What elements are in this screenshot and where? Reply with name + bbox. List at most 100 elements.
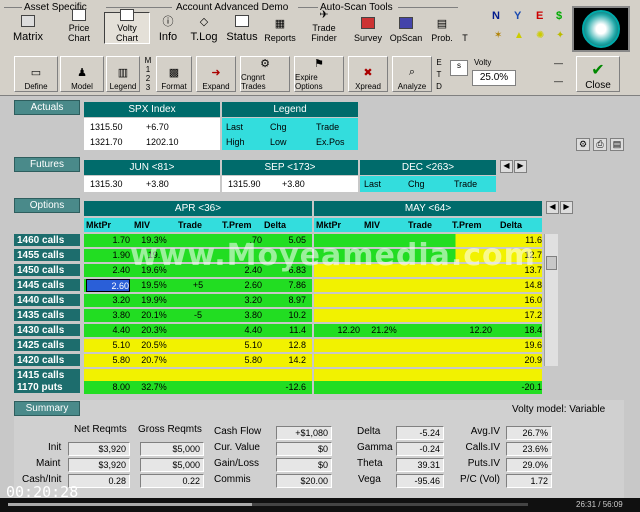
news-icon[interactable]: N — [492, 10, 500, 22]
may-miv-cell[interactable] — [364, 354, 404, 367]
apr-mktpr-cell[interactable]: 3.80 — [86, 309, 130, 322]
apr-miv-cell[interactable]: 20.1% — [134, 309, 174, 322]
xpread-button[interactable]: ✖ Xpread — [348, 56, 388, 92]
may-mktpr-cell[interactable] — [316, 339, 360, 352]
futures-prev-arrow[interactable]: ◀ — [500, 160, 513, 173]
apr-mktpr-cell[interactable]: 4.40 — [86, 324, 130, 337]
apr-trade-cell[interactable]: +5 — [178, 279, 218, 292]
bulb-icon[interactable]: ✶ — [494, 30, 502, 41]
trade-finder-button[interactable]: ✈ Trade Finder — [300, 9, 348, 44]
may-col-miv-header[interactable]: MIV — [364, 219, 404, 232]
may-miv-cell[interactable] — [364, 294, 404, 307]
earnings-icon[interactable]: E — [536, 10, 543, 22]
apr-col-mktpr-header[interactable]: MktPr — [86, 219, 130, 232]
print-icon[interactable]: ⎙ — [593, 138, 607, 151]
expire-options-button[interactable]: ⚑ Expire Options — [294, 56, 344, 92]
options-next-arrow[interactable]: ▶ — [560, 201, 573, 214]
apr-delta-cell[interactable]: 12.8 — [264, 339, 306, 352]
cngnrt-trades-button[interactable]: ⚙ Cngnrt Trades — [240, 56, 290, 92]
apr-miv-cell[interactable]: 20.5% — [134, 339, 174, 352]
may-tprem-cell[interactable] — [452, 294, 492, 307]
apr-tprem-cell[interactable]: 5.80 — [222, 354, 262, 367]
matrix-button[interactable]: Matrix — [4, 12, 52, 44]
may-miv-cell[interactable] — [364, 279, 404, 292]
may-col-mktpr-header[interactable]: MktPr — [316, 219, 360, 232]
may-tprem-cell[interactable] — [452, 279, 492, 292]
status-button[interactable]: Status — [224, 12, 260, 44]
apr-mktpr-cell[interactable]: 5.10 — [86, 339, 130, 352]
survey-button[interactable]: Survey — [350, 12, 386, 44]
apr-tprem-cell[interactable]: 4.40 — [222, 324, 262, 337]
apr-mktpr-cell[interactable]: 1.90 — [86, 249, 130, 262]
may-trade-cell[interactable] — [408, 309, 448, 322]
apr-tprem-cell[interactable]: 5.10 — [222, 339, 262, 352]
strike-1445-calls[interactable]: 1445 calls — [14, 279, 80, 292]
apr-delta-cell[interactable]: 10.2 — [264, 309, 306, 322]
volty-up-button[interactable]: — — [554, 58, 566, 68]
may-trade-cell[interactable] — [408, 354, 448, 367]
options-prev-arrow[interactable]: ◀ — [546, 201, 559, 214]
puts-apr-cell[interactable] — [178, 381, 218, 394]
s-field[interactable]: s — [450, 60, 468, 76]
layout-selector[interactable]: M 1 2 3 — [143, 56, 153, 92]
may-delta-cell[interactable]: 17.2 — [500, 309, 542, 322]
strike-1440-calls[interactable]: 1440 calls — [14, 294, 80, 307]
sun-icon[interactable]: ✺ — [536, 30, 544, 41]
apr-tprem-cell[interactable]: 3.80 — [222, 309, 262, 322]
puts-apr-cell[interactable]: 32.7% — [134, 381, 174, 394]
apr-tprem-cell[interactable]: 2.60 — [222, 279, 262, 292]
may-col-tprem-header[interactable]: T.Prem — [452, 219, 492, 232]
tlog-button[interactable]: ◇ T.Log — [186, 12, 222, 44]
legend-button[interactable]: ▥ Legend — [106, 56, 140, 92]
may-miv-cell[interactable] — [364, 309, 404, 322]
yield-icon[interactable]: Y — [514, 10, 521, 22]
may-delta-cell[interactable]: 20.9 — [500, 354, 542, 367]
may-mktpr-cell[interactable]: 12.20 — [316, 324, 360, 337]
clipboard-icon[interactable]: ▤ — [610, 138, 624, 151]
strike-1460-calls[interactable]: 1460 calls — [14, 234, 80, 247]
apr-miv-cell[interactable]: 19.9% — [134, 294, 174, 307]
may-mktpr-cell[interactable] — [316, 279, 360, 292]
opscan-button[interactable]: OpScan — [388, 12, 424, 44]
video-progress-track[interactable] — [8, 503, 528, 506]
puts-apr-cell[interactable]: -12.6 — [264, 381, 306, 394]
volty-input[interactable]: 25.0% — [472, 70, 516, 86]
may-delta-cell[interactable]: 19.6 — [500, 339, 542, 352]
puts-may-delta-cell[interactable]: -20.1 — [500, 381, 542, 394]
may-mktpr-cell[interactable] — [316, 309, 360, 322]
apr-tprem-cell[interactable]: 3.20 — [222, 294, 262, 307]
settings-icon[interactable]: ⚙ — [576, 138, 590, 151]
puts-apr-cell[interactable] — [222, 381, 262, 394]
apr-miv-cell[interactable]: 20.3% — [134, 324, 174, 337]
apr-trade-cell[interactable] — [178, 339, 218, 352]
may-tprem-cell[interactable] — [452, 354, 492, 367]
apr-delta-cell[interactable]: 8.97 — [264, 294, 306, 307]
may-trade-cell[interactable] — [408, 294, 448, 307]
may-mktpr-cell[interactable] — [316, 354, 360, 367]
apr-col-delta-header[interactable]: Delta — [264, 219, 306, 232]
dollar-icon[interactable]: $ — [556, 10, 562, 22]
strike-1435-calls[interactable]: 1435 calls — [14, 309, 80, 322]
strike-1430-calls[interactable]: 1430 calls — [14, 324, 80, 337]
strike-1455-calls[interactable]: 1455 calls — [14, 249, 80, 262]
may-tprem-cell[interactable] — [452, 339, 492, 352]
info-button[interactable]: ⓘ Info — [153, 12, 183, 44]
price-chart-button[interactable]: Price Chart — [56, 9, 102, 44]
apr-delta-cell[interactable]: 14.2 — [264, 354, 306, 367]
may-delta-cell[interactable]: 14.8 — [500, 279, 542, 292]
volty-down-button[interactable]: — — [554, 76, 566, 86]
strike-1420-calls[interactable]: 1420 calls — [14, 354, 80, 367]
apr-trade-cell[interactable] — [178, 354, 218, 367]
apr-delta-cell[interactable]: 7.86 — [264, 279, 306, 292]
may-trade-cell[interactable] — [408, 279, 448, 292]
apr-trade-cell[interactable] — [178, 324, 218, 337]
may-col-trade-header[interactable]: Trade — [408, 219, 448, 232]
model-button[interactable]: ♟ Model — [60, 56, 104, 92]
apr-delta-cell[interactable]: 11.4 — [264, 324, 306, 337]
apr-mktpr-cell[interactable]: 5.80 — [86, 354, 130, 367]
options-scrollbar[interactable] — [544, 234, 558, 366]
may-trade-cell[interactable] — [408, 339, 448, 352]
expand-button[interactable]: ➜ Expand — [196, 56, 236, 92]
apr-trade-cell[interactable] — [178, 294, 218, 307]
may-miv-cell[interactable] — [364, 339, 404, 352]
